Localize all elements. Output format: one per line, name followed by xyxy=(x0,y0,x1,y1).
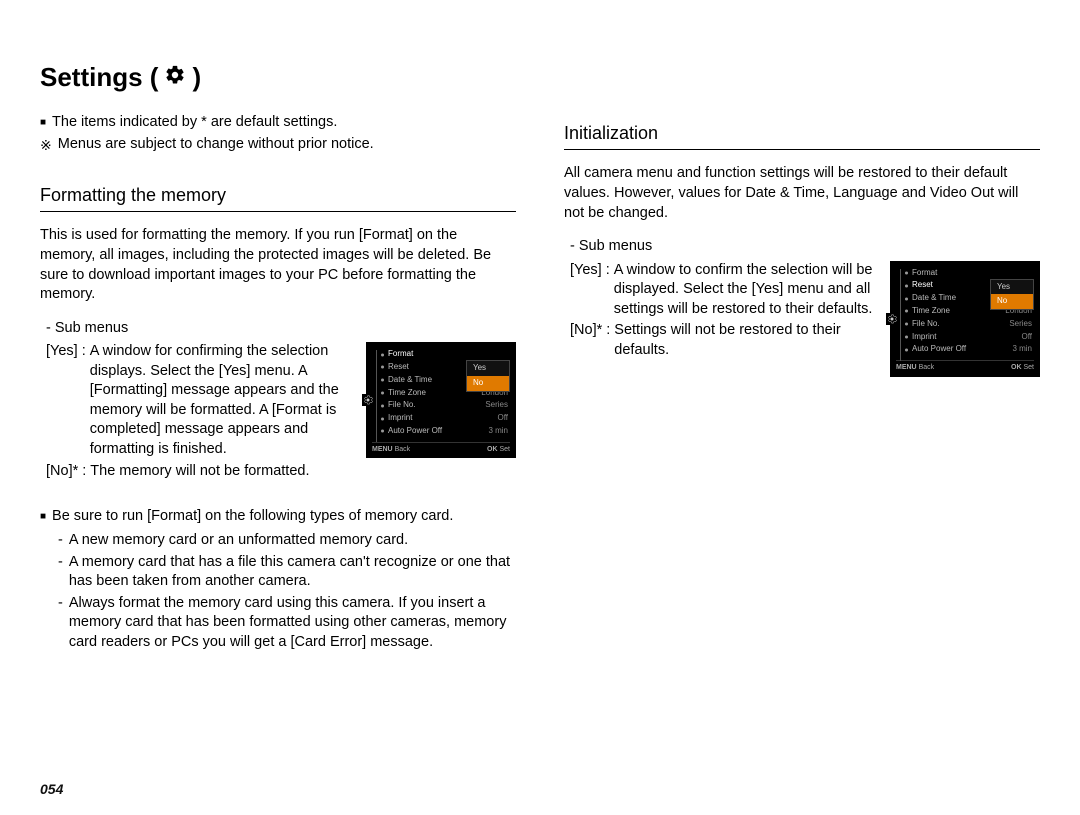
top-notes: ■ The items indicated by * are default s… xyxy=(40,113,516,155)
confirm-popup: Yes No xyxy=(990,279,1034,311)
camera-menu-screenshot-reset: Format Reset Date & Time Time ZoneLondon… xyxy=(890,261,1040,377)
option-no-desc: The memory will not be formatted. xyxy=(90,462,352,482)
note-default-items: The items indicated by * are default set… xyxy=(52,113,337,133)
page-number: 054 xyxy=(40,780,63,799)
page-title: Settings ( ) xyxy=(40,60,1040,95)
option-yes-key: [Yes] xyxy=(570,261,602,320)
square-bullet-icon: ■ xyxy=(40,113,46,133)
option-yes: [Yes] : A window for confirming the sele… xyxy=(40,342,352,459)
content-columns: ■ The items indicated by * are default s… xyxy=(40,113,1040,654)
format-note-item: A memory card that has a file this camer… xyxy=(69,553,516,592)
section-title-initialization: Initialization xyxy=(564,121,1040,150)
camera-menu-screenshot-format: Format Reset Date & Time Time ZoneLondon… xyxy=(366,342,516,458)
format-note-item: Always format the memory card using this… xyxy=(69,594,516,653)
option-no-desc: Settings will not be restored to their d… xyxy=(614,321,876,360)
right-column: Initialization All camera menu and funct… xyxy=(564,113,1040,654)
note-change-notice: Menus are subject to change without prio… xyxy=(58,135,374,155)
sub-menus-text: [Yes] : A window for confirming the sele… xyxy=(40,342,352,483)
format-note-item: A new memory card or an unformatted memo… xyxy=(69,531,408,551)
reference-mark-icon: ※ xyxy=(40,135,52,155)
page-title-prefix: Settings ( xyxy=(40,60,158,95)
option-yes-desc: A window to confirm the selection will b… xyxy=(614,261,876,320)
formatting-intro: This is used for formatting the memory. … xyxy=(40,226,516,304)
sub-menus-block: [Yes] : A window to confirm the selectio… xyxy=(564,261,1040,377)
option-yes: [Yes] : A window to confirm the selectio… xyxy=(564,261,876,320)
gear-icon xyxy=(164,60,186,95)
option-yes-key: [Yes] xyxy=(46,342,78,459)
left-column: ■ The items indicated by * are default s… xyxy=(40,113,516,654)
option-no-key: [No]* xyxy=(46,462,78,482)
manual-page: Settings ( ) ■ The items indicated by * … xyxy=(0,0,1080,815)
option-yes-desc: A window for confirming the selection di… xyxy=(90,342,352,459)
sub-menus-text: [Yes] : A window to confirm the selectio… xyxy=(564,261,876,363)
option-no: [No]* : The memory will not be formatted… xyxy=(40,462,352,482)
format-notes: ■ Be sure to run [Format] on the followi… xyxy=(40,507,516,652)
option-no: [No]* : Settings will not be restored to… xyxy=(564,321,876,360)
format-notes-lead: Be sure to run [Format] on the following… xyxy=(52,507,453,527)
sub-menus-block: [Yes] : A window for confirming the sele… xyxy=(40,342,516,483)
confirm-popup: Yes No xyxy=(466,360,510,392)
square-bullet-icon: ■ xyxy=(40,507,46,527)
section-title-formatting: Formatting the memory xyxy=(40,183,516,212)
page-title-suffix: ) xyxy=(192,60,201,95)
sub-menus-label: - Sub menus xyxy=(46,319,516,339)
sub-menus-label: - Sub menus xyxy=(570,237,1040,257)
initialization-intro: All camera menu and function settings wi… xyxy=(564,164,1040,223)
option-no-key: [No]* xyxy=(570,321,602,360)
